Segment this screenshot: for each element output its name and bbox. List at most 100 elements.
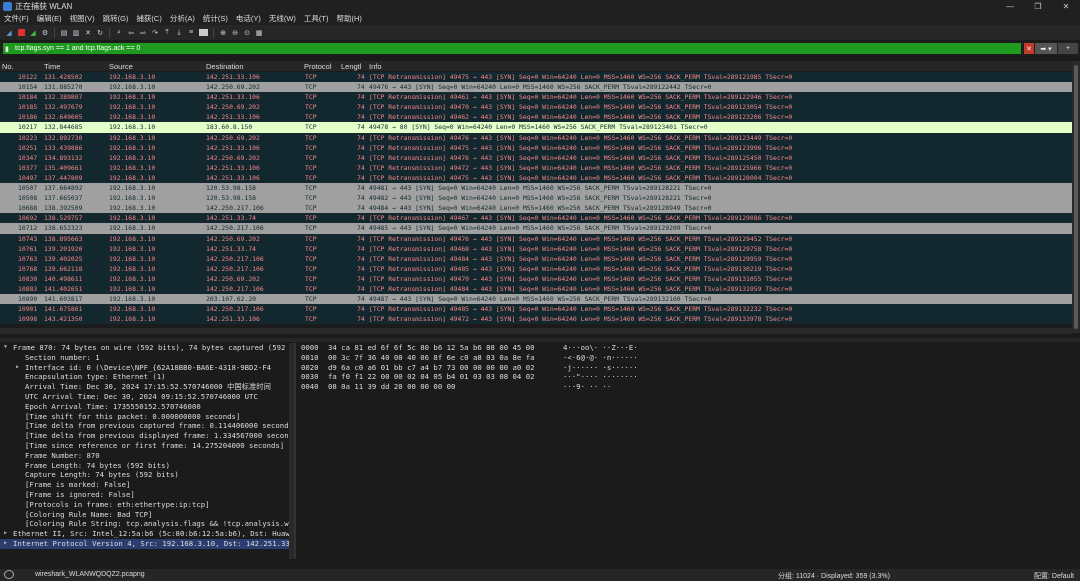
packet-list-hscrollbar[interactable] [0, 328, 1072, 334]
detail-tree-item[interactable]: [Frame is ignored: False] [0, 490, 290, 500]
menu-go[interactable]: 跳转(G) [99, 13, 133, 24]
pane-splitter[interactable] [0, 338, 1080, 342]
packet-row[interactable]: 10508 137.665037 192.168.3.10 120.53.98.158… [0, 193, 1072, 204]
start-capture-icon[interactable]: ◢ [5, 29, 13, 37]
column-source[interactable]: Source [109, 62, 133, 71]
detail-tree-item[interactable]: [Time shift for this packet: 0.000000000… [0, 412, 290, 422]
packet-row[interactable]: 10692 138.529757 192.168.3.10 142.251.33.74… [0, 213, 1072, 224]
detail-tree-item[interactable]: Frame Length: 74 bytes (592 bits) [0, 461, 290, 471]
clear-filter-button[interactable]: ✕ [1024, 43, 1034, 54]
packet-row[interactable]: 10185 132.497679 192.168.3.10 142.250.69.20… [0, 102, 1072, 113]
detail-tree-item[interactable]: [Protocols in frame: eth:ethertype:ip:tc… [0, 500, 290, 510]
scrollbar-thumb[interactable] [1074, 65, 1078, 329]
packet-row[interactable]: 10883 141.402651 192.168.3.10 142.250.217.1… [0, 283, 1072, 295]
packet-list-scrollbar[interactable] [1072, 61, 1080, 333]
menu-edit[interactable]: 编辑(E) [33, 13, 66, 24]
detail-tree-item[interactable]: [Time since reference or first frame: 14… [0, 441, 290, 451]
menu-telephony[interactable]: 电话(Y) [232, 13, 265, 24]
hex-line[interactable]: 0020 d9 6a c0 a6 01 bb c7 a4 b7 73 00 00 … [297, 363, 1072, 373]
column-time[interactable]: Time [44, 62, 60, 71]
detail-tree-item[interactable]: Frame Number: 870 [0, 451, 290, 461]
detail-tree-item[interactable]: Capture Length: 74 bytes (592 bits) [0, 470, 290, 480]
expanded-arrow-icon[interactable]: ▼ [4, 343, 7, 353]
menu-statistics[interactable]: 统计(S) [199, 13, 232, 24]
collapsed-arrow-icon[interactable]: ▶ [4, 529, 7, 539]
last-packet-icon[interactable]: ⤓ [175, 29, 183, 37]
hex-line[interactable]: 0040 08 0a 11 39 dd 20 00 00 00 00 ···9· ·… [297, 382, 1072, 392]
maximize-button[interactable]: ❐ [1024, 0, 1052, 12]
colorize-icon[interactable] [199, 29, 208, 36]
restart-capture-icon[interactable]: ◢ [29, 29, 37, 37]
find-packet-icon[interactable]: ⌕ [115, 29, 123, 37]
detail-tree-item[interactable]: [Frame is marked: False] [0, 480, 290, 490]
packet-row[interactable]: 10347 134.893132 192.168.3.10 142.250.69.20… [0, 152, 1072, 163]
apply-filter-button[interactable]: ➡ ▾ [1035, 43, 1057, 54]
packet-row[interactable]: 10217 132.844685 192.168.3.10 183.60.8.150 T… [0, 122, 1072, 133]
display-filter-input[interactable] [15, 43, 915, 54]
detail-tree-item[interactable]: ▼ Frame 870: 74 bytes on wire (592 bits),… [0, 343, 290, 353]
column-no[interactable]: No. [2, 62, 14, 71]
menu-help[interactable]: 帮助(H) [333, 13, 366, 24]
resize-columns-icon[interactable]: ▦ [255, 29, 263, 37]
detail-tree-item[interactable]: Section number: 1 [0, 353, 290, 363]
menu-file[interactable]: 文件(F) [0, 13, 33, 24]
detail-tree-item[interactable]: [Time delta from previous captured frame… [0, 421, 290, 431]
close-file-icon[interactable]: ✕ [84, 29, 92, 37]
packet-row[interactable]: 10507 137.664892 192.168.3.10 120.53.98.158… [0, 183, 1072, 194]
open-file-icon[interactable]: ▤ [60, 29, 68, 37]
first-packet-icon[interactable]: ⤒ [163, 29, 171, 37]
packet-row[interactable]: 10184 132.389807 192.168.3.10 142.251.33.10… [0, 92, 1072, 103]
detail-tree-item[interactable]: [Coloring Rule Name: Bad TCP] [0, 510, 290, 520]
packet-row[interactable]: 10998 143.421350 192.168.3.10 142.251.33.10… [0, 314, 1072, 325]
profile-label[interactable]: 配置: Default [1034, 571, 1074, 581]
detail-tree-item[interactable]: ▶ Ethernet II, Src: Intel_12:5a:b6 (5c:80… [0, 529, 290, 539]
menu-capture[interactable]: 捕获(C) [132, 13, 165, 24]
menu-wireless[interactable]: 无线(W) [265, 13, 300, 24]
go-to-packet-icon[interactable]: ↷ [151, 29, 159, 37]
pane-divider[interactable] [294, 343, 296, 559]
detail-tree-item[interactable]: Arrival Time: Dec 30, 2024 17:15:52.5707… [0, 382, 290, 392]
zoom-out-icon[interactable]: ⊖ [231, 29, 239, 37]
detail-tree-item[interactable]: Epoch Arrival Time: 1735550152.570746000 [0, 402, 290, 412]
detail-tree-item[interactable]: [Time delta from previous displayed fram… [0, 431, 290, 441]
packet-row[interactable]: 10497 137.447809 192.168.3.10 142.251.33.10… [0, 172, 1072, 184]
stop-capture-icon[interactable] [17, 29, 25, 37]
menu-view[interactable]: 视图(V) [66, 13, 99, 24]
go-forward-icon[interactable]: ⇨ [139, 29, 147, 37]
collapsed-arrow-icon[interactable]: ▶ [16, 363, 19, 373]
zoom-in-icon[interactable]: ⊕ [219, 29, 227, 37]
hex-line[interactable]: 0010 00 3c 7f 36 40 00 40 06 8f 6e c0 a8 … [297, 353, 1072, 363]
packet-row[interactable]: 10154 131.885270 192.168.3.10 142.250.69.20… [0, 82, 1072, 93]
add-filter-button[interactable]: + [1058, 43, 1078, 54]
save-file-icon[interactable]: ▥ [72, 29, 80, 37]
hex-line[interactable]: 0000 34 ca 81 ed 6f 6f 5c 80 b6 12 5a b6 … [297, 343, 1072, 353]
zoom-normal-icon[interactable]: ⊙ [243, 29, 251, 37]
column-info[interactable]: Info [369, 62, 382, 71]
expert-info-icon[interactable] [4, 570, 14, 579]
detail-tree-item[interactable]: ▶ Internet Protocol Version 4, Src: 192.1… [0, 538, 290, 549]
menu-tools[interactable]: 工具(T) [300, 13, 333, 24]
hex-line[interactable]: 0030 fa f0 f1 22 00 00 02 04 05 b4 01 03 … [297, 372, 1072, 382]
menu-analyze[interactable]: 分析(A) [166, 13, 199, 24]
go-back-icon[interactable]: ⇦ [127, 29, 135, 37]
packet-row[interactable]: 10901 141.675861 192.168.3.10 142.250.217.1… [0, 304, 1072, 315]
collapsed-arrow-icon[interactable]: ▶ [4, 539, 7, 549]
packet-row[interactable]: 10768 139.662118 192.168.3.10 142.250.217.1… [0, 263, 1072, 274]
detail-tree-item[interactable]: Encapsulation type: Ethernet (1) [0, 372, 290, 382]
minimize-button[interactable]: — [996, 0, 1024, 12]
packet-row[interactable]: 10890 141.603817 192.168.3.10 203.107.62.20… [0, 294, 1072, 305]
detail-tree-item[interactable]: UTC Arrival Time: Dec 30, 2024 09:15:52.… [0, 392, 290, 402]
column-protocol[interactable]: Protocol [304, 62, 332, 71]
bookmark-icon[interactable]: ▮ [5, 45, 13, 53]
packet-row[interactable]: 10122 131.428502 192.168.3.10 142.251.33.10… [0, 72, 1072, 83]
packet-row[interactable]: 10688 138.392509 192.168.3.10 142.250.217.1… [0, 203, 1072, 214]
column-length[interactable]: Lengtl [341, 62, 361, 71]
packet-row[interactable]: 10712 138.652323 192.168.3.10 142.250.217.1… [0, 223, 1072, 234]
packet-row[interactable]: 10830 140.498611 192.168.3.10 142.250.69.20… [0, 273, 1072, 284]
packet-row[interactable]: 10761 139.201920 192.168.3.10 142.251.33.74… [0, 243, 1072, 254]
capture-options-icon[interactable]: ⚙ [41, 29, 49, 37]
close-button[interactable]: ✕ [1052, 0, 1080, 12]
detail-tree-item[interactable]: ▶ Interface id: 0 (\Device\NPF_{62A18BB0-… [0, 363, 290, 373]
column-destination[interactable]: Destination [206, 62, 244, 71]
reload-icon[interactable]: ↻ [96, 29, 104, 37]
